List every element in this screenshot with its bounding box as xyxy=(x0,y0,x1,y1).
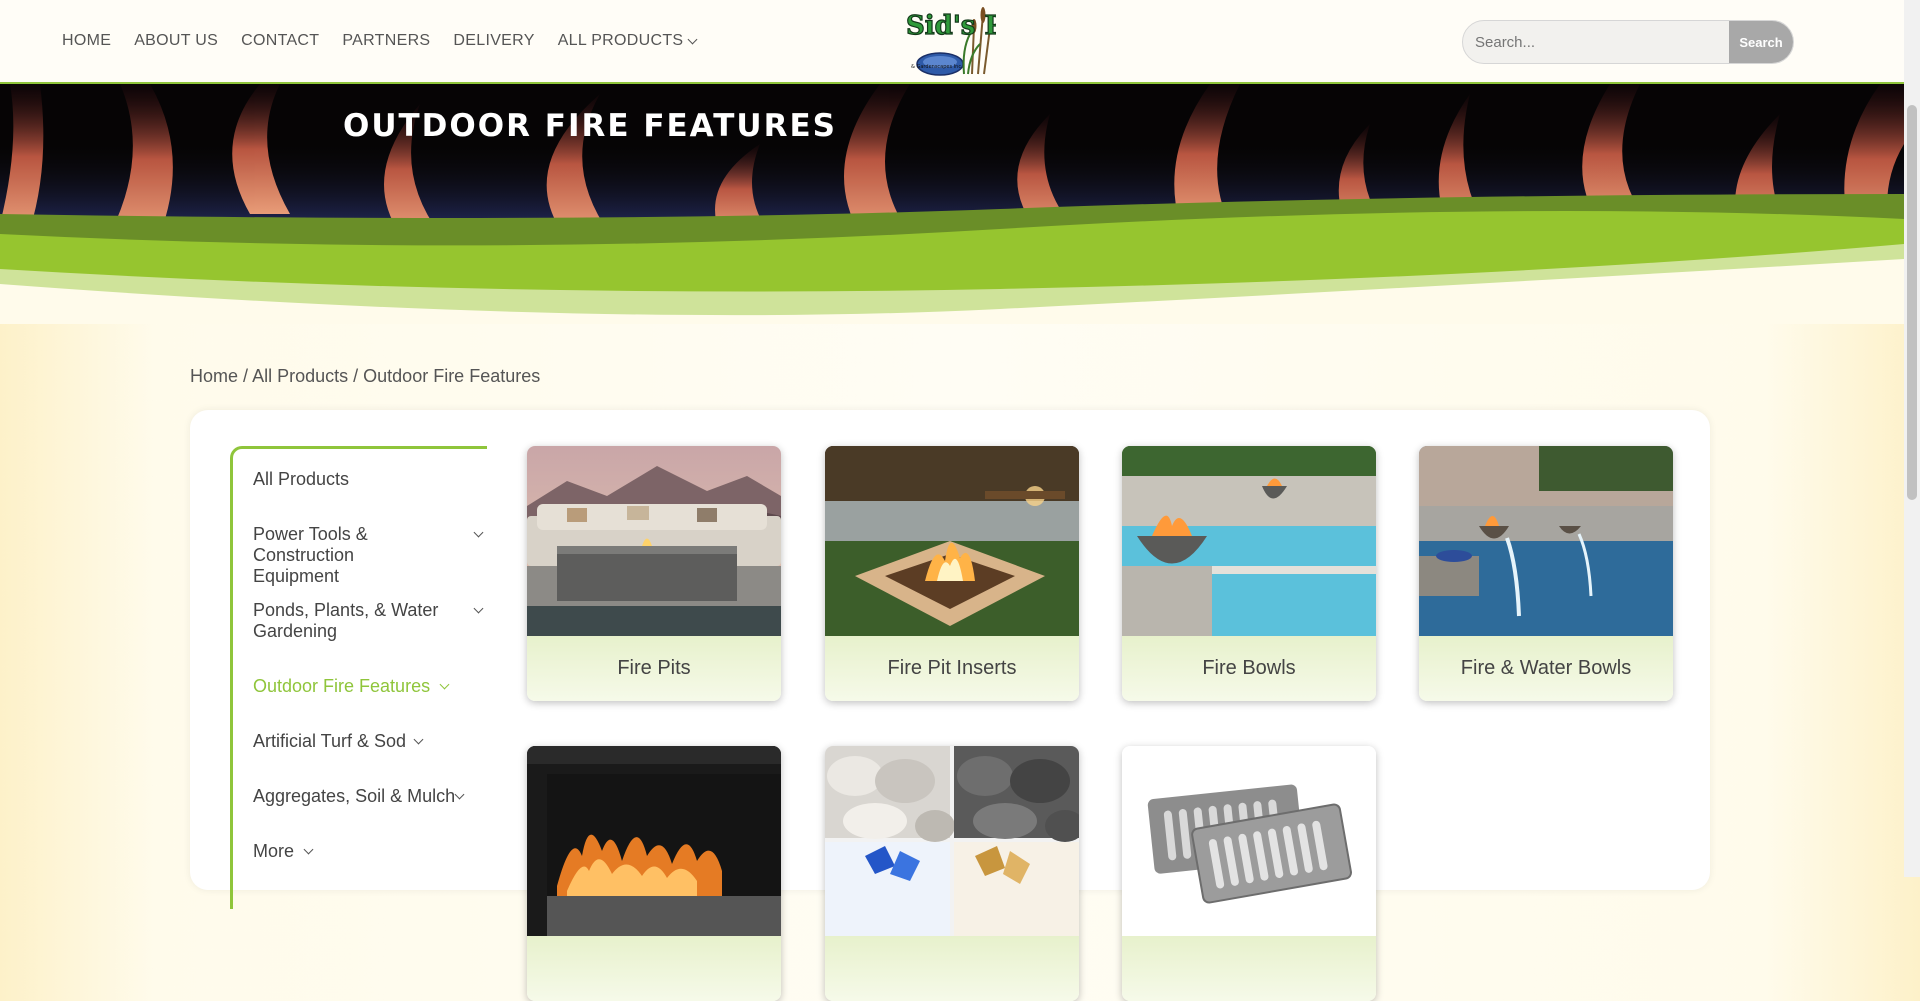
product-card-fire-pit-inserts[interactable]: Fire Pit Inserts xyxy=(825,446,1079,701)
product-card-fireplace[interactable] xyxy=(527,746,781,1001)
nav-contact[interactable]: CONTACT xyxy=(241,32,319,50)
product-label xyxy=(1122,936,1376,1001)
product-card-fire-bowls[interactable]: Fire Bowls xyxy=(1122,446,1376,701)
chevron-down-icon[interactable] xyxy=(473,603,484,614)
breadcrumb: Home / All Products / Outdoor Fire Featu… xyxy=(190,366,540,387)
chevron-down-icon[interactable] xyxy=(473,527,484,538)
breadcrumb-all-products[interactable]: All Products xyxy=(252,366,348,386)
fire-bowl-image xyxy=(1122,446,1376,636)
product-label: Fire & Water Bowls xyxy=(1419,636,1673,701)
chevron-down-icon[interactable] xyxy=(413,734,424,745)
product-card-fire-pits[interactable]: Fire Pits xyxy=(527,446,781,701)
fire-pit-image xyxy=(527,446,781,636)
fireplace-image xyxy=(527,746,781,936)
sidebar-item-power-tools[interactable]: Power Tools & Construction Equipment xyxy=(253,524,484,587)
nav-delivery[interactable]: DELIVERY xyxy=(453,32,534,50)
fire-media-image xyxy=(825,746,1079,936)
site-header: HOME ABOUT US CONTACT PARTNERS DELIVERY … xyxy=(0,0,1904,84)
breadcrumb-separator: / xyxy=(353,366,359,386)
nav-about-us[interactable]: ABOUT US xyxy=(134,32,218,50)
breadcrumb-current: Outdoor Fire Features xyxy=(363,366,541,386)
breadcrumb-separator: / xyxy=(243,366,249,386)
product-label: Fire Pits xyxy=(527,636,781,701)
vent-cover-image xyxy=(1122,746,1376,936)
product-card-vents[interactable] xyxy=(1122,746,1376,1001)
logo-text: Sid's Ponds xyxy=(906,11,996,41)
chevron-down-icon[interactable] xyxy=(454,789,465,800)
hero-flames-image xyxy=(0,84,1904,324)
sidebar-item-outdoor-fire-features[interactable]: Outdoor Fire Features xyxy=(253,676,483,697)
nav-home[interactable]: HOME xyxy=(62,32,111,50)
product-label: Fire Pit Inserts xyxy=(825,636,1079,701)
page-scrollbar[interactable] xyxy=(1904,0,1920,877)
search-button[interactable]: Search xyxy=(1729,21,1793,63)
product-label: Fire Bowls xyxy=(1122,636,1376,701)
product-card-fire-water-bowls[interactable]: Fire & Water Bowls xyxy=(1419,446,1673,701)
page-title: OUTDOOR FIRE FEATURES xyxy=(343,108,837,144)
breadcrumb-home[interactable]: Home xyxy=(190,366,238,386)
search-form: Search xyxy=(1462,20,1794,64)
product-card-fire-media[interactable] xyxy=(825,746,1079,1001)
chevron-down-icon[interactable] xyxy=(303,844,314,855)
sidebar-item-more[interactable]: More xyxy=(253,841,483,862)
category-sidebar: All Products Power Tools & Construction … xyxy=(230,446,487,909)
scrollbar-thumb[interactable] xyxy=(1907,105,1917,500)
nav-partners[interactable]: PARTNERS xyxy=(342,32,430,50)
category-panel: All Products Power Tools & Construction … xyxy=(190,410,1710,1001)
sidebar-item-ponds-plants[interactable]: Ponds, Plants, & Water Gardening xyxy=(253,600,484,642)
fire-water-bowl-image xyxy=(1419,446,1673,636)
sidebar-item-artificial-turf[interactable]: Artificial Turf & Sod xyxy=(253,731,483,752)
fire-pit-insert-image xyxy=(825,446,1079,636)
chevron-down-icon xyxy=(687,34,698,44)
product-label xyxy=(825,936,1079,1001)
hero-banner: OUTDOOR FIRE FEATURES xyxy=(0,84,1904,324)
sidebar-item-aggregates[interactable]: Aggregates, Soil & Mulch xyxy=(253,786,483,807)
nav-all-products[interactable]: ALL PRODUCTS xyxy=(558,32,698,50)
chevron-down-icon[interactable] xyxy=(439,679,450,690)
main-nav: HOME ABOUT US CONTACT PARTNERS DELIVERY … xyxy=(62,0,698,82)
site-logo[interactable]: Sid's Ponds & Gardenscapes Inc. xyxy=(900,4,996,78)
product-label xyxy=(527,936,781,1001)
logo-subtext: & Gardenscapes Inc. xyxy=(911,64,963,70)
sidebar-item-all-products[interactable]: All Products xyxy=(253,469,483,490)
